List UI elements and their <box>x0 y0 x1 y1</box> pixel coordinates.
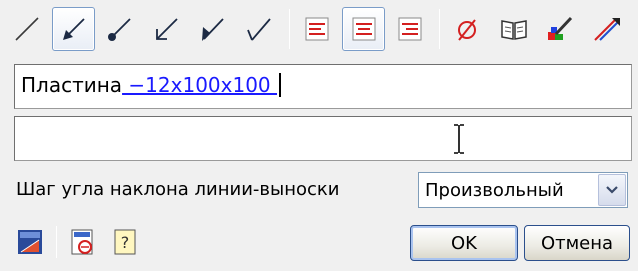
brush-icon <box>548 16 573 40</box>
diameter-icon <box>458 19 477 41</box>
properties-icon <box>18 230 42 254</box>
brush-button[interactable] <box>539 7 581 51</box>
ibeam-cursor-icon <box>454 124 464 154</box>
text-line-1-content: Пластина −12x100x100 <box>21 73 282 97</box>
angle-step-label: Шаг угла наклона линии-выноски <box>16 179 340 200</box>
line-arrow-icon <box>62 18 85 40</box>
leader-toolbar <box>6 4 632 54</box>
help-button[interactable]: ? <box>107 224 143 260</box>
help-icon: ? <box>114 229 136 255</box>
properties-button[interactable] <box>12 224 48 260</box>
angle-step-selected: Произвольный <box>425 179 564 201</box>
line-open-arrow-icon <box>155 18 178 40</box>
svg-text:?: ? <box>121 233 130 252</box>
ok-button[interactable]: OK <box>410 225 518 261</box>
align-center-icon <box>352 17 376 41</box>
line-tick-button[interactable] <box>238 7 280 51</box>
line-arrow-button[interactable] <box>52 7 95 51</box>
book-icon <box>501 20 527 40</box>
pen-button[interactable] <box>586 7 628 51</box>
angle-step-select[interactable]: Произвольный <box>418 172 628 208</box>
diameter-button[interactable] <box>446 7 488 51</box>
text-line-1-input[interactable]: Пластина −12x100x100 <box>14 64 632 109</box>
align-right-icon <box>398 17 422 41</box>
line-dot-icon <box>108 18 131 41</box>
line-tick-icon <box>246 18 271 41</box>
bottom-toolbar: ? <box>12 224 149 260</box>
chevron-down-icon[interactable] <box>598 174 626 206</box>
line-half-arrow-button[interactable] <box>192 7 234 51</box>
align-left-icon <box>305 17 329 41</box>
align-left-button[interactable] <box>296 7 338 51</box>
book-button[interactable] <box>493 7 535 51</box>
align-right-button[interactable] <box>389 7 431 51</box>
text-line-2-input[interactable] <box>14 116 632 161</box>
line-plain-button[interactable] <box>6 7 48 51</box>
toolbar-separator <box>439 9 441 49</box>
text-prefix: Пластина <box>21 73 123 97</box>
line-plain-icon <box>15 17 39 41</box>
line-open-arrow-button[interactable] <box>145 7 187 51</box>
toolbar-separator <box>288 9 290 49</box>
align-center-button[interactable] <box>342 7 385 51</box>
text-value: −12x100x100 <box>122 73 278 97</box>
gost-stamp-icon <box>71 229 93 255</box>
cancel-button[interactable]: Отмена <box>524 225 630 261</box>
line-half-arrow-icon <box>202 18 224 41</box>
pen-icon <box>594 18 620 41</box>
bottom-separator <box>56 226 57 258</box>
gost-stamp-button[interactable] <box>65 224 101 260</box>
text-caret <box>279 73 282 97</box>
line-dot-button[interactable] <box>99 7 141 51</box>
